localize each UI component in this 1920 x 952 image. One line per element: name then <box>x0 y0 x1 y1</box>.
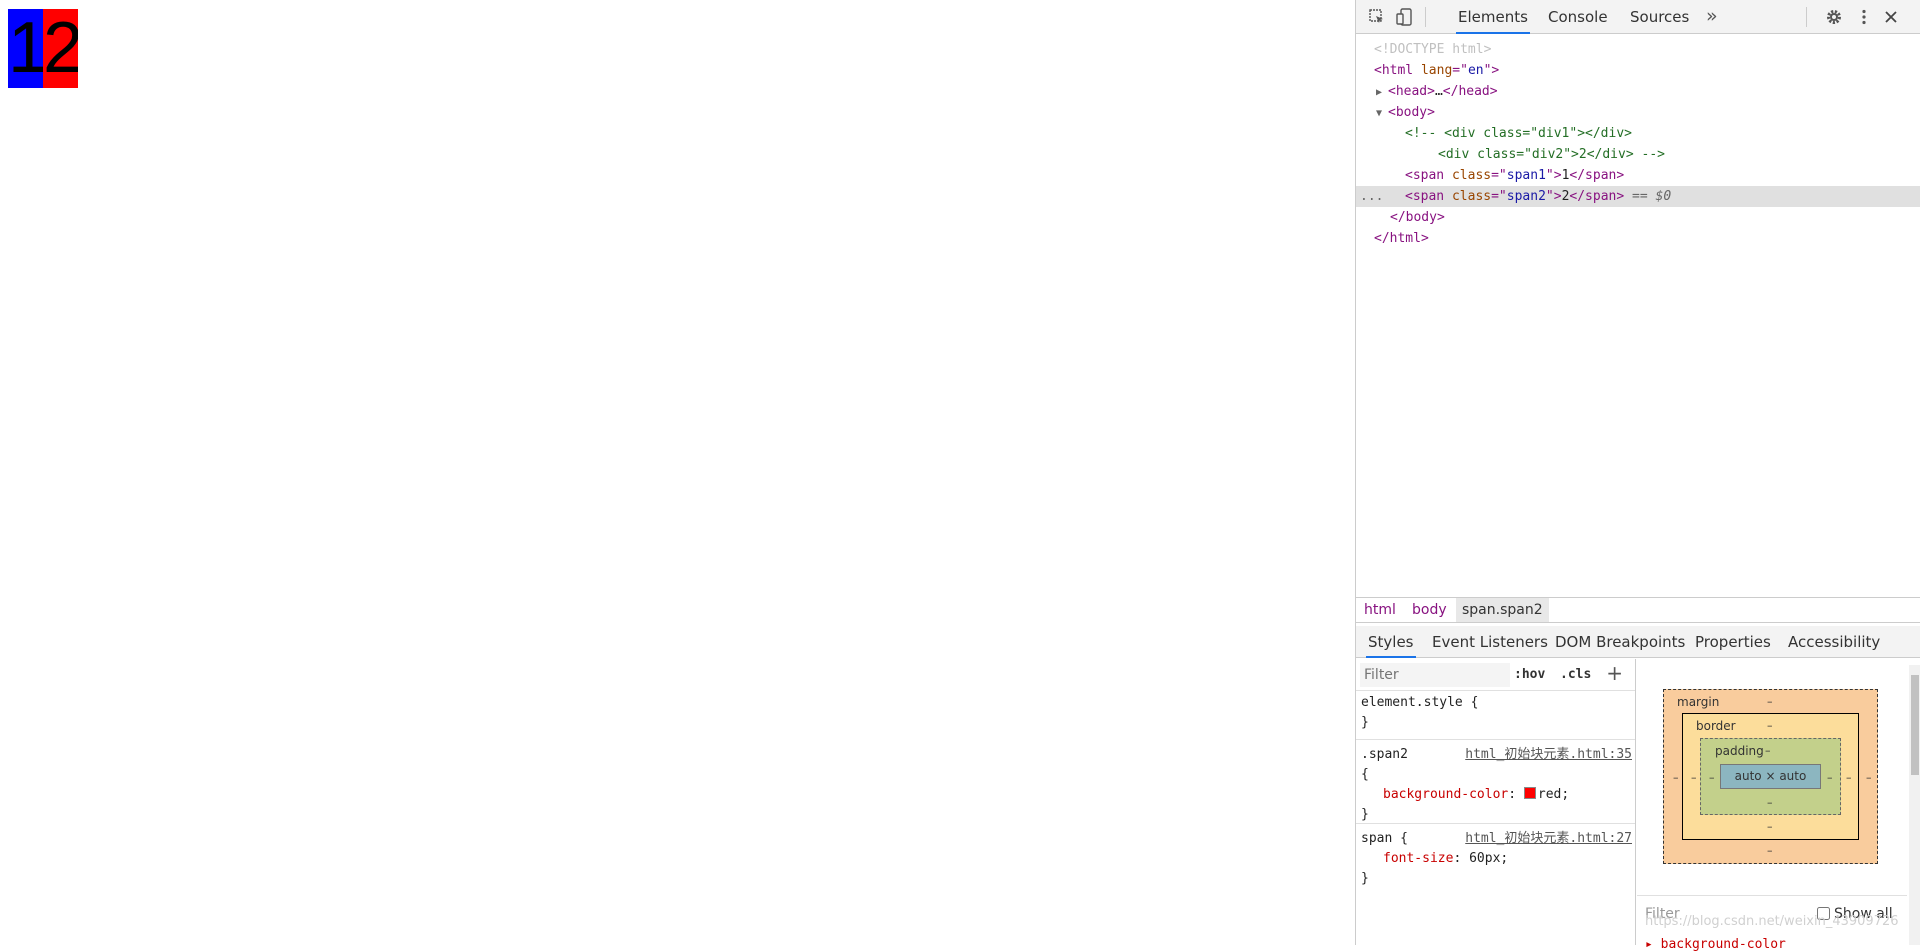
box-model-content[interactable]: auto × auto <box>1720 764 1821 789</box>
tab-console[interactable]: Console <box>1546 0 1610 34</box>
border-left-value: – <box>1691 771 1697 784</box>
rule-span-selector[interactable]: span { <box>1361 831 1408 846</box>
inspect-icon[interactable] <box>1368 8 1386 26</box>
border-label: border <box>1696 719 1736 733</box>
padding-top-value: – <box>1765 744 1771 757</box>
box-model-pane: auto × auto margin – border – padding – … <box>1637 659 1920 952</box>
breadcrumb-html[interactable]: html <box>1358 598 1402 622</box>
dom-html-open[interactable]: <html lang="en"> <box>1356 60 1920 81</box>
padding-label: padding <box>1715 744 1764 758</box>
border-bottom-value: – <box>1767 820 1773 833</box>
dom-body-open[interactable]: ▼ <body> <box>1356 102 1920 123</box>
padding-right-value: – <box>1827 771 1833 784</box>
tab-styles[interactable]: Styles <box>1366 626 1416 658</box>
tab-accessibility[interactable]: Accessibility <box>1786 626 1882 658</box>
new-rule-plus-icon[interactable]: + <box>1606 661 1623 685</box>
more-dots-icon[interactable]: ... <box>1360 186 1383 207</box>
expand-triangle-icon[interactable]: ▶ <box>1376 82 1388 103</box>
tab-properties[interactable]: Properties <box>1693 626 1773 658</box>
rule-span: span { html_初始块元素.html:27 font-size: 60px… <box>1356 825 1635 887</box>
more-tabs-chevron-icon[interactable]: » <box>1706 0 1718 34</box>
styles-filter-input[interactable] <box>1360 663 1510 687</box>
demo-spans: 1 2 <box>8 9 78 88</box>
dom-comment-line-2[interactable]: <div class="div2">2</div> --> <box>1356 144 1920 165</box>
breadcrumb-span-span2[interactable]: span.span2 <box>1456 598 1549 622</box>
tab-dom-breakpoints[interactable]: DOM Breakpoints <box>1553 626 1687 658</box>
rule-span2-source-link[interactable]: html_初始块元素.html:35 <box>1465 745 1632 765</box>
dom-doctype[interactable]: <!DOCTYPE html> <box>1356 39 1920 60</box>
rule-element-style: element.style { } <box>1356 693 1635 740</box>
watermark-text: https://blog.csdn.net/weixin_43909726 <box>1645 914 1899 929</box>
dom-span2-selected[interactable]: ... <span class="span2">2</span> == $0 <box>1356 186 1920 207</box>
toolbar-separator-right <box>1806 7 1807 27</box>
cls-toggle[interactable]: .cls <box>1560 664 1591 686</box>
styles-filter-row: :hov .cls + <box>1356 659 1635 691</box>
breadcrumb-body[interactable]: body <box>1406 598 1453 622</box>
rule-span2-open: { <box>1361 767 1369 782</box>
padding-left-value: – <box>1709 771 1715 784</box>
breadcrumb: html body span.span2 <box>1356 597 1920 623</box>
rule-span2-selector[interactable]: .span2 <box>1361 747 1408 762</box>
margin-right-value: – <box>1866 771 1872 784</box>
span1-blue-box: 1 <box>8 9 43 88</box>
settings-icon[interactable] <box>1825 8 1843 26</box>
border-right-value: – <box>1846 771 1852 784</box>
devtools-panel: Elements Console Sources » <!DOCTYPE htm… <box>1355 0 1920 952</box>
kebab-menu-icon[interactable] <box>1855 8 1873 26</box>
dom-html-close[interactable]: </html> <box>1356 228 1920 249</box>
rule-span2-close: } <box>1361 807 1369 822</box>
devtools-toolbar: Elements Console Sources » <box>1356 0 1920 34</box>
tab-event-listeners[interactable]: Event Listeners <box>1430 626 1550 658</box>
elements-tree: <!DOCTYPE html> <html lang="en"> ▶ <head>… <box>1356 35 1920 595</box>
styles-pane: :hov .cls + element.style { } .span2 html… <box>1356 659 1636 945</box>
rule-span-declaration[interactable]: font-size: 60px; <box>1356 849 1635 869</box>
dom-comment-line-1[interactable]: <!-- <div class="div1"></div> <box>1356 123 1920 144</box>
margin-top-value: – <box>1767 695 1773 708</box>
margin-bottom-value: – <box>1767 844 1773 857</box>
toolbar-separator <box>1425 7 1426 27</box>
dom-span1[interactable]: <span class="span1">1</span> <box>1356 165 1920 186</box>
computed-scrollbar[interactable] <box>1909 665 1920 945</box>
dom-head[interactable]: ▶ <head>…</head> <box>1356 81 1920 102</box>
rule-span-source-link[interactable]: html_初始块元素.html:27 <box>1465 829 1632 849</box>
hov-toggle[interactable]: :hov <box>1514 664 1545 686</box>
tab-elements[interactable]: Elements <box>1456 0 1530 34</box>
padding-bottom-value: – <box>1767 796 1773 809</box>
dom-body-close[interactable]: </body> <box>1356 207 1920 228</box>
element-style-selector[interactable]: element.style { <box>1356 693 1635 713</box>
sidebar-tabs: Styles Event Listeners DOM Breakpoints P… <box>1356 626 1920 658</box>
collapse-triangle-icon[interactable]: ▼ <box>1376 103 1388 124</box>
margin-left-value: – <box>1673 771 1679 784</box>
element-style-close: } <box>1361 715 1369 730</box>
color-swatch-icon[interactable] <box>1523 787 1536 799</box>
rule-span2-declaration[interactable]: background-color: red; <box>1356 785 1635 805</box>
page-viewport: 1 2 <box>0 0 1355 945</box>
margin-label: margin <box>1677 695 1720 709</box>
span2-red-box: 2 <box>43 9 78 88</box>
tab-sources[interactable]: Sources <box>1628 0 1691 34</box>
rule-span2: .span2 html_初始块元素.html:35 { background-co… <box>1356 741 1635 824</box>
device-toggle-icon[interactable] <box>1396 8 1414 26</box>
border-top-value: – <box>1767 719 1773 732</box>
scrollbar-thumb[interactable] <box>1911 675 1919 775</box>
close-icon[interactable] <box>1882 8 1900 26</box>
rule-span-close: } <box>1361 871 1369 886</box>
